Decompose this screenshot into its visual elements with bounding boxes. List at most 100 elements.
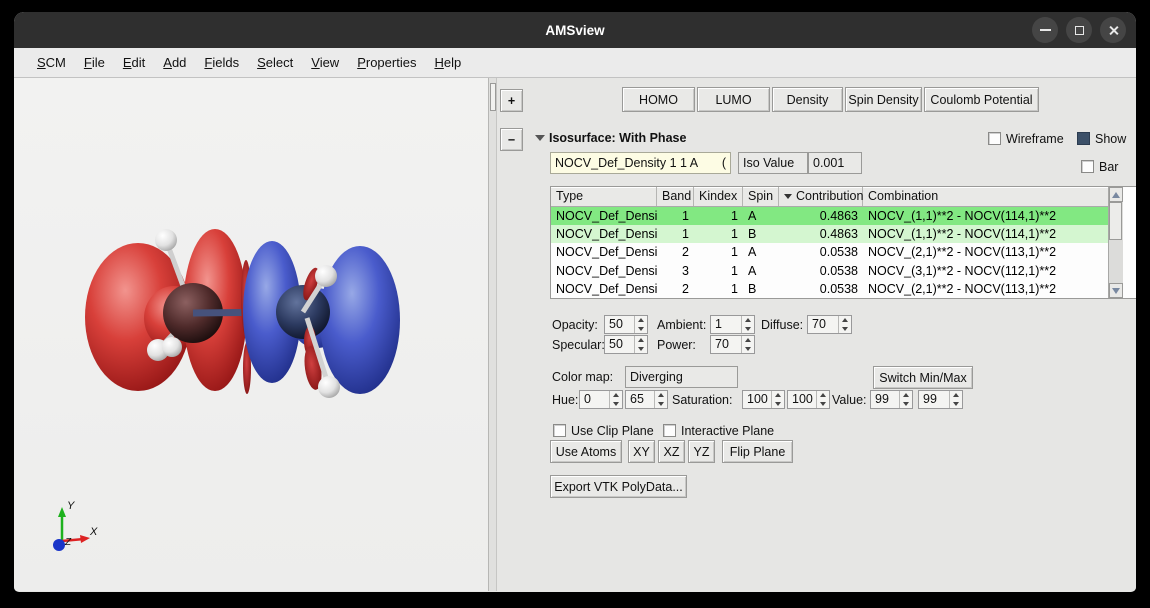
- bar-checkbox[interactable]: [1081, 160, 1094, 173]
- amsview-window: AMSview SCM File Edit Add Fields Select …: [14, 12, 1136, 592]
- field-name-input[interactable]: NOCV_Def_Density 1 1 A (: [550, 152, 731, 174]
- menu-scm[interactable]: SCM: [30, 52, 73, 73]
- hue-max-spinner[interactable]: 65: [625, 390, 668, 409]
- table-row[interactable]: NOCV_Def_Density 1 1 B 0.4863 NOCV_(1,1)…: [551, 225, 1108, 243]
- diffuse-label: Diffuse:: [761, 315, 803, 334]
- hue-label: Hue:: [552, 390, 578, 409]
- table-scrollbar-thumb[interactable]: [1109, 202, 1122, 240]
- table-scrollbar[interactable]: [1108, 187, 1123, 298]
- power-spinner[interactable]: 70: [710, 335, 755, 354]
- wireframe-checkbox[interactable]: [988, 132, 1001, 145]
- table-row[interactable]: NOCV_Def_Density 1 1 A 0.4863 NOCV_(1,1)…: [551, 207, 1108, 225]
- panel-scrollbar[interactable]: [488, 78, 497, 591]
- homo-button[interactable]: HOMO: [622, 87, 695, 112]
- density-button[interactable]: Density: [772, 87, 843, 112]
- spin-down-icon: [903, 402, 909, 406]
- column-kindex[interactable]: Kindex: [694, 187, 743, 206]
- value-max-spinner[interactable]: 99: [918, 390, 963, 409]
- use-atoms-button[interactable]: Use Atoms: [550, 440, 622, 463]
- axis-triad: Y X Z: [40, 493, 120, 563]
- spin-up-icon: [842, 318, 848, 322]
- menu-properties[interactable]: Properties: [350, 52, 423, 73]
- menu-select[interactable]: Select: [250, 52, 300, 73]
- spin-up-icon: [613, 393, 619, 397]
- iso-value-input[interactable]: 0.001: [808, 152, 862, 174]
- add-field-button[interactable]: +: [500, 89, 523, 112]
- lumo-button[interactable]: LUMO: [697, 87, 770, 112]
- column-combination[interactable]: Combination: [863, 187, 1108, 206]
- spin-down-icon: [745, 327, 751, 331]
- xy-button[interactable]: XY: [628, 440, 655, 463]
- panel-scrollbar-thumb[interactable]: [490, 83, 496, 111]
- close-icon: [1108, 25, 1119, 36]
- axis-z-label: Z: [64, 537, 72, 548]
- hue-min-spinner[interactable]: 0: [579, 390, 623, 409]
- opacity-spinner[interactable]: 50: [604, 315, 648, 334]
- field-name-value: NOCV_Def_Density 1 1 A: [555, 156, 698, 170]
- saturation-max-spinner[interactable]: 100: [787, 390, 830, 409]
- collapse-arrow-icon[interactable]: [535, 135, 545, 141]
- menu-edit[interactable]: Edit: [116, 52, 152, 73]
- spin-up-icon: [658, 393, 664, 397]
- spin-up-icon: [953, 393, 959, 397]
- ambient-spinner[interactable]: 1: [710, 315, 755, 334]
- table-row[interactable]: NOCV_Def_Density 2 1 A 0.0538 NOCV_(2,1)…: [551, 243, 1108, 261]
- yz-button[interactable]: YZ: [688, 440, 715, 463]
- diffuse-spinner[interactable]: 70: [807, 315, 852, 334]
- menu-fields[interactable]: Fields: [197, 52, 246, 73]
- column-type[interactable]: Type: [551, 187, 657, 206]
- titlebar[interactable]: AMSview: [14, 12, 1136, 48]
- wireframe-label: Wireframe: [1006, 129, 1064, 148]
- power-label: Power:: [657, 335, 696, 354]
- scroll-down-icon: [1112, 288, 1120, 294]
- spin-down-icon: [658, 402, 664, 406]
- menu-help[interactable]: Help: [427, 52, 468, 73]
- column-spin[interactable]: Spin: [743, 187, 779, 206]
- spin-up-icon: [903, 393, 909, 397]
- maximize-button[interactable]: [1066, 17, 1092, 43]
- use-clip-plane-checkbox[interactable]: [553, 424, 566, 437]
- spin-density-button[interactable]: Spin Density: [845, 87, 922, 112]
- isosurface-title: Isosurface: With Phase: [549, 131, 686, 145]
- switch-minmax-button[interactable]: Switch Min/Max: [873, 366, 973, 389]
- table-row[interactable]: NOCV_Def_Density 2 1 B 0.0538 NOCV_(2,1)…: [551, 280, 1108, 298]
- minimize-icon: [1040, 29, 1051, 31]
- ambient-label: Ambient:: [657, 315, 706, 334]
- coulomb-potential-button[interactable]: Coulomb Potential: [924, 87, 1039, 112]
- colormap-select[interactable]: Diverging: [625, 366, 738, 388]
- remove-field-button[interactable]: −: [500, 128, 523, 151]
- menu-add[interactable]: Add: [156, 52, 193, 73]
- viewport-3d[interactable]: Y X Z: [14, 78, 488, 591]
- column-contribution[interactable]: Contribution: [779, 187, 863, 206]
- spin-down-icon: [745, 347, 751, 351]
- sort-descending-icon: [784, 194, 792, 199]
- use-clip-plane-label: Use Clip Plane: [571, 421, 654, 440]
- column-band[interactable]: Band: [657, 187, 694, 206]
- minimize-button[interactable]: [1032, 17, 1058, 43]
- table-row[interactable]: NOCV_Def_Density 3 1 A 0.0538 NOCV_(3,1)…: [551, 262, 1108, 280]
- scroll-up-icon: [1112, 192, 1120, 198]
- close-button[interactable]: [1100, 17, 1126, 43]
- menubar: SCM File Edit Add Fields Select View Pro…: [14, 48, 1136, 78]
- scroll-down-button[interactable]: [1109, 283, 1123, 298]
- table-header: Type Band Kindex Spin Contribution Combi…: [551, 187, 1108, 207]
- xz-button[interactable]: XZ: [658, 440, 685, 463]
- scroll-up-button[interactable]: [1109, 187, 1123, 202]
- show-checkbox[interactable]: [1077, 132, 1090, 145]
- maximize-icon: [1075, 26, 1084, 35]
- show-label: Show: [1095, 129, 1126, 148]
- spin-up-icon: [638, 318, 644, 322]
- menu-file[interactable]: File: [77, 52, 112, 73]
- value-min-spinner[interactable]: 99: [870, 390, 913, 409]
- saturation-min-spinner[interactable]: 100: [742, 390, 785, 409]
- specular-spinner[interactable]: 50: [604, 335, 648, 354]
- interactive-plane-checkbox[interactable]: [663, 424, 676, 437]
- table-scrollbar-track[interactable]: [1109, 202, 1123, 283]
- flip-plane-button[interactable]: Flip Plane: [722, 440, 793, 463]
- window-controls: [1032, 17, 1126, 43]
- export-vtk-button[interactable]: Export VTK PolyData...: [550, 475, 687, 498]
- opacity-label: Opacity:: [552, 315, 598, 334]
- menu-view[interactable]: View: [304, 52, 346, 73]
- spin-up-icon: [638, 338, 644, 342]
- bar-label: Bar: [1099, 157, 1118, 176]
